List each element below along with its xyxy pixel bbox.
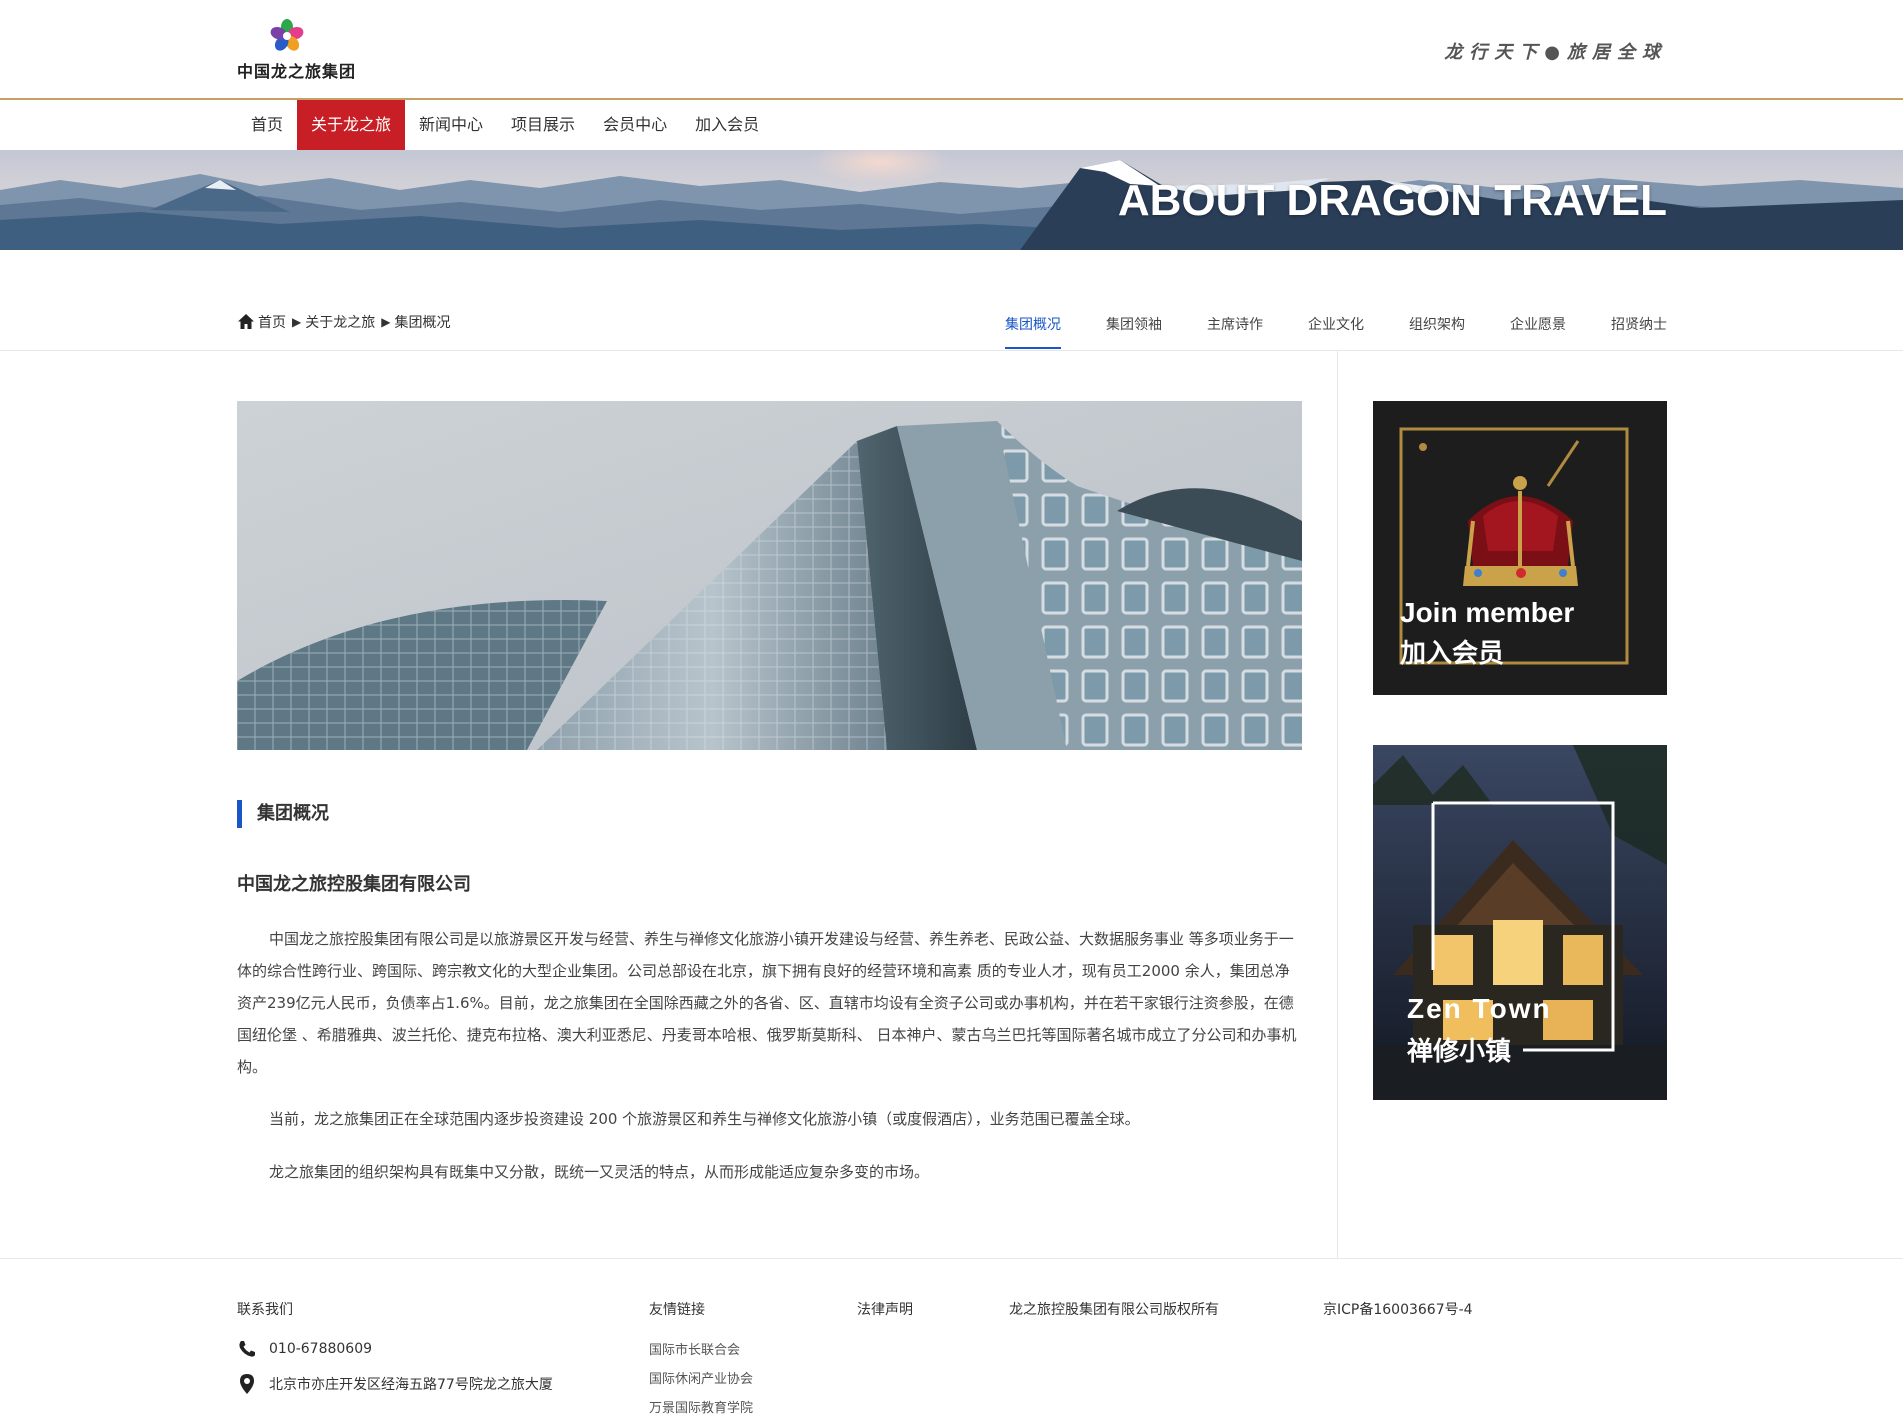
nav-item-join[interactable]: 加入会员 [681, 100, 773, 150]
tab-corporate-culture[interactable]: 企业文化 [1308, 302, 1364, 349]
breadcrumb-separator: ▶ [381, 315, 391, 329]
breadcrumb: 首页 ▶ 关于龙之旅 ▶ 集团概况 [237, 312, 450, 332]
zen-town-title-zh: 禅修小镇 [1407, 1037, 1512, 1067]
nav-item-members[interactable]: 会员中心 [589, 100, 681, 150]
footer-link-2[interactable]: 国际休闲产业协会 [649, 1368, 753, 1387]
page-banner: ABOUT DRAGON TRAVEL [0, 150, 1903, 250]
banner-title: ABOUT DRAGON TRAVEL [1117, 176, 1667, 225]
main-nav: 首页 关于龙之旅 新闻中心 项目展示 会员中心 加入会员 [237, 100, 773, 150]
tab-chairman-poems[interactable]: 主席诗作 [1207, 302, 1263, 349]
tab-vision[interactable]: 企业愿景 [1510, 302, 1566, 349]
zen-town-card[interactable]: Zen Town 禅修小镇 [1373, 745, 1667, 1100]
tab-careers[interactable]: 招贤纳士 [1611, 302, 1667, 349]
footer-phone-number: 010-67880609 [269, 1341, 373, 1357]
footer-icp[interactable]: 京ICP备16003667号-4 [1323, 1299, 1473, 1319]
footer-link-1[interactable]: 国际市长联合会 [649, 1339, 740, 1358]
sub-tabs: 集团概况 集团领袖 主席诗作 企业文化 组织架构 企业愿景 招贤纳士 [960, 302, 1667, 349]
tab-group-leaders[interactable]: 集团领袖 [1106, 302, 1162, 349]
join-member-title-zh: 加入会员 [1400, 639, 1505, 669]
logo-text: 中国龙之旅集团 [237, 62, 357, 81]
breadcrumb-current[interactable]: 集团概况 [394, 312, 450, 332]
intro-paragraph-2: 当前，龙之旅集团正在全球范围内逐步投资建设 200 个旅游景区和养生与禅修文化旅… [269, 1110, 1140, 1128]
join-member-card[interactable]: Join member 加入会员 [1373, 401, 1667, 695]
site-header: 中国龙之旅集团 龙行天下●旅居全球 [0, 0, 1903, 100]
home-icon [238, 314, 254, 329]
join-member-title-en: Join member [1400, 597, 1575, 628]
hero-building-image [237, 401, 1302, 750]
header-slogan: 龙行天下●旅居全球 [1444, 42, 1667, 63]
footer-address-text: 北京市亦庄开发区经海五路77号院龙之旅大厦 [269, 1377, 553, 1393]
nav-item-about[interactable]: 关于龙之旅 [297, 100, 406, 150]
location-pin-icon [240, 1374, 254, 1394]
intro-paragraph-1: 中国龙之旅控股集团有限公司是以旅游景区开发与经营、养生与禅修文化旅游小镇开发建设… [237, 930, 1297, 1076]
footer-links-title: 友情链接 [649, 1302, 705, 1318]
phone-icon [239, 1341, 255, 1357]
site-logo[interactable]: 中国龙之旅集团 [237, 18, 355, 82]
breadcrumb-home[interactable]: 首页 [258, 312, 286, 332]
site-footer: 联系我们 010-67880609 北京市亦庄开发区经海五路77号院龙之旅大厦 … [0, 1258, 1903, 1425]
breadcrumb-about[interactable]: 关于龙之旅 [305, 312, 375, 332]
breadcrumb-bar: 首页 ▶ 关于龙之旅 ▶ 集团概况 集团概况 集团领袖 主席诗作 企业文化 组织… [0, 250, 1903, 351]
nav-item-projects[interactable]: 项目展示 [497, 100, 589, 150]
tab-org-structure[interactable]: 组织架构 [1409, 302, 1465, 349]
company-name: 中国龙之旅控股集团有限公司 [237, 874, 471, 895]
nav-item-news[interactable]: 新闻中心 [405, 100, 497, 150]
intro-paragraph-3: 龙之旅集团的组织架构具有既集中又分散，既统一又灵活的特点，从而形成能适应复杂多变… [269, 1163, 930, 1181]
nav-item-home[interactable]: 首页 [237, 100, 297, 150]
breadcrumb-separator: ▶ [292, 315, 302, 329]
section-title: 集团概况 [237, 800, 329, 828]
zen-town-title-en: Zen Town [1407, 993, 1552, 1024]
footer-address: 北京市亦庄开发区经海五路77号院龙之旅大厦 [237, 1373, 553, 1395]
footer-contact-title: 联系我们 [237, 1302, 293, 1318]
content-divider [1337, 351, 1338, 1258]
tab-group-overview[interactable]: 集团概况 [1005, 302, 1061, 349]
logo-flower-icon [270, 19, 304, 51]
footer-phone: 010-67880609 [237, 1339, 372, 1359]
footer-copyright: 龙之旅控股集团有限公司版权所有 [1009, 1302, 1219, 1318]
footer-legal-link[interactable]: 法律声明 [857, 1299, 913, 1319]
footer-link-3[interactable]: 万景国际教育学院 [649, 1397, 753, 1416]
